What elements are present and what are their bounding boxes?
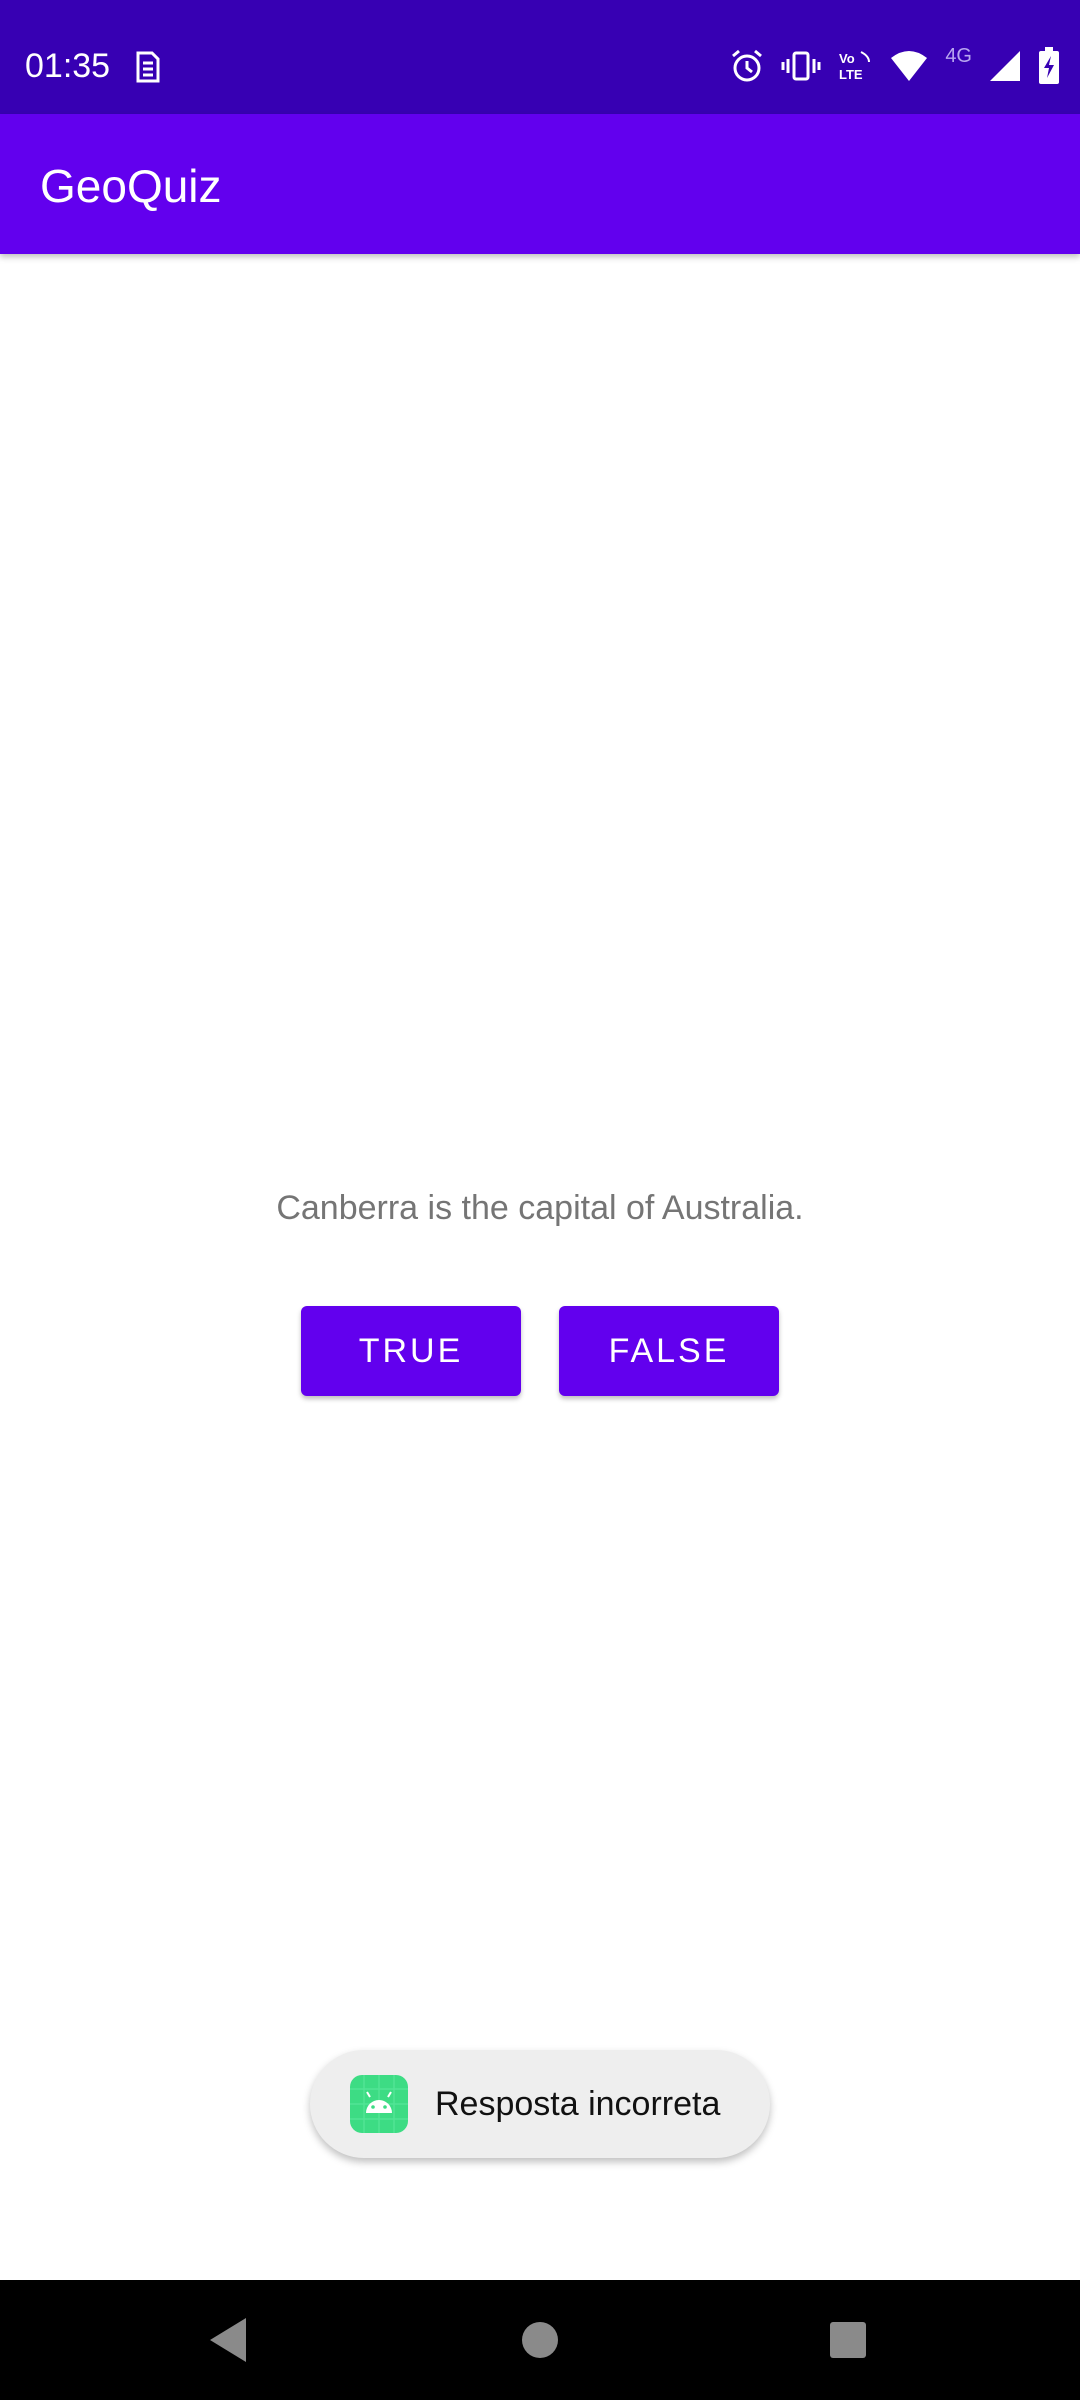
toast-message: Resposta incorreta bbox=[435, 2085, 721, 2123]
toast: Resposta incorreta bbox=[310, 2050, 770, 2158]
status-icons: Vo LTE 4G bbox=[729, 44, 1060, 88]
wifi-icon bbox=[891, 51, 928, 81]
sim-icon bbox=[136, 51, 160, 83]
volte-icon: Vo LTE bbox=[839, 51, 871, 82]
alarm-icon bbox=[732, 49, 763, 82]
signal-icon bbox=[990, 51, 1020, 81]
vibrate-icon bbox=[781, 51, 821, 81]
app-bar: GeoQuiz bbox=[0, 114, 1080, 254]
svg-text:Vo: Vo bbox=[839, 51, 855, 66]
recents-icon[interactable] bbox=[818, 2310, 878, 2370]
back-icon[interactable] bbox=[200, 2310, 260, 2370]
false-button[interactable]: FALSE bbox=[559, 1306, 779, 1396]
network-type-label: 4G bbox=[945, 44, 972, 67]
app-title: GeoQuiz bbox=[40, 160, 222, 212]
true-button[interactable]: TRUE bbox=[301, 1306, 521, 1396]
status-bar: 01:35 Vo LTE 4G bbox=[0, 0, 1080, 114]
svg-text:LTE: LTE bbox=[839, 67, 863, 82]
question-text: Canberra is the capital of Australia. bbox=[276, 1189, 804, 1227]
battery-charging-icon bbox=[1039, 47, 1059, 84]
home-icon[interactable] bbox=[510, 2310, 570, 2370]
navigation-bar bbox=[0, 2280, 1080, 2400]
android-app-icon bbox=[350, 2075, 408, 2133]
status-time: 01:35 bbox=[25, 47, 111, 85]
